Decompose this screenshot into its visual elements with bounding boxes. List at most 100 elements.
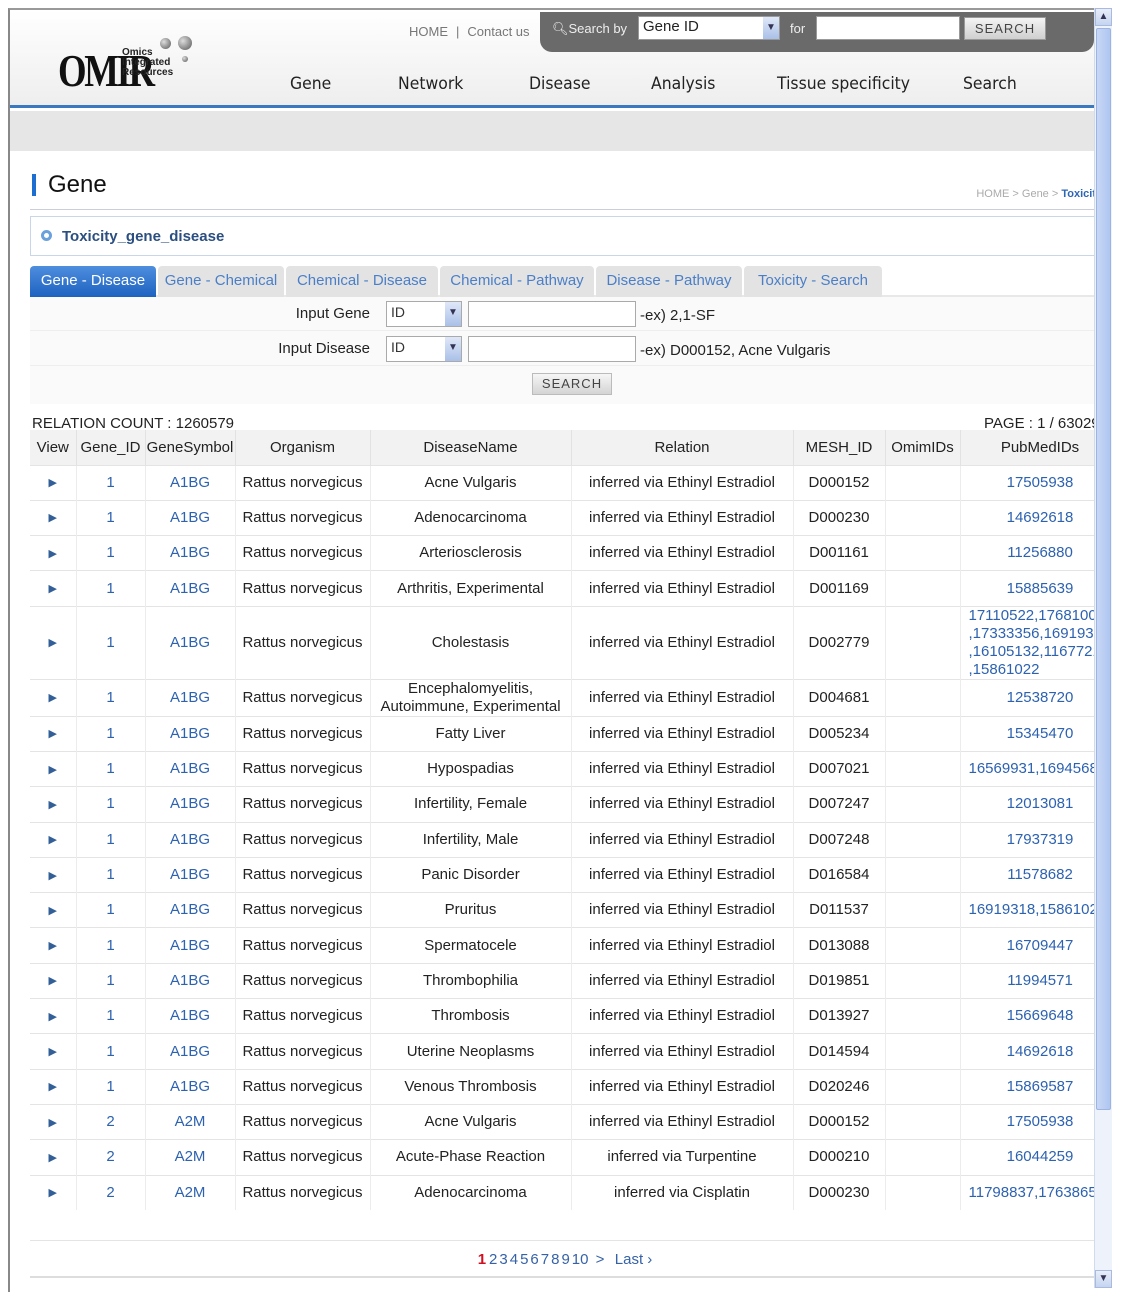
scroll-up-icon[interactable]: ▲ <box>1095 8 1112 26</box>
gene-id-cell[interactable]: 1 <box>76 464 146 501</box>
gene-id-cell[interactable]: 1 <box>76 678 146 717</box>
gene-symbol-cell[interactable]: A1BG <box>145 998 236 1034</box>
gene-symbol-cell[interactable]: A1BG <box>145 892 236 928</box>
play-triangle-icon[interactable]: ▶ <box>49 728 57 740</box>
page-link[interactable]: 6 <box>530 1251 538 1268</box>
gene-id-cell[interactable]: 1 <box>76 1068 146 1105</box>
search-button[interactable]: SEARCH <box>532 373 612 395</box>
view-cell[interactable]: ▶ <box>30 962 77 999</box>
gene-id-cell[interactable]: 1 <box>76 856 146 893</box>
view-cell[interactable]: ▶ <box>30 499 77 536</box>
tab-gene-chemical[interactable]: Gene - Chemical <box>158 266 284 297</box>
play-triangle-icon[interactable]: ▶ <box>49 692 57 704</box>
nav-search[interactable]: Search <box>963 74 1017 94</box>
gene-id-cell[interactable]: 1 <box>76 927 146 964</box>
pubmed-ids-cell[interactable]: 16709447 <box>960 927 1096 964</box>
gene-id-cell[interactable]: 1 <box>76 1033 146 1070</box>
pubmed-ids-cell[interactable]: 14692618 <box>960 1033 1096 1070</box>
vertical-scrollbar[interactable]: ▲ ▼ <box>1094 8 1112 1288</box>
tab-chemical-pathway[interactable]: Chemical - Pathway <box>440 266 594 297</box>
view-cell[interactable]: ▶ <box>30 750 77 787</box>
gene-input[interactable] <box>468 301 636 327</box>
pubmed-ids-cell[interactable]: 12013081 <box>960 786 1096 823</box>
gene-id-cell[interactable]: 1 <box>76 570 146 607</box>
gene-type-select[interactable]: ID ▼ <box>386 301 462 327</box>
scrollbar-thumb[interactable] <box>1096 28 1111 1110</box>
play-triangle-icon[interactable]: ▶ <box>49 1011 57 1023</box>
play-triangle-icon[interactable]: ▶ <box>49 1117 57 1129</box>
gene-symbol-cell[interactable]: A1BG <box>145 605 236 680</box>
gene-id-cell[interactable]: 2 <box>76 1103 146 1140</box>
gene-symbol-cell[interactable]: A2M <box>145 1174 236 1211</box>
pubmed-ids-cell[interactable]: 12538720 <box>960 678 1096 717</box>
page-link[interactable]: 5 <box>520 1251 528 1268</box>
pubmed-ids-cell[interactable]: 15669648 <box>960 998 1096 1034</box>
gene-id-cell[interactable]: 2 <box>76 1139 146 1176</box>
gene-id-cell[interactable]: 1 <box>76 962 146 999</box>
gene-symbol-cell[interactable]: A1BG <box>145 786 236 823</box>
home-link[interactable]: HOME <box>409 24 448 39</box>
play-triangle-icon[interactable]: ▶ <box>49 548 57 560</box>
page-link[interactable]: 2 <box>489 1251 497 1268</box>
gene-id-cell[interactable]: 1 <box>76 499 146 536</box>
gene-symbol-cell[interactable]: A1BG <box>145 678 236 717</box>
contact-link[interactable]: Contact us <box>467 24 529 39</box>
play-triangle-icon[interactable]: ▶ <box>49 940 57 952</box>
view-cell[interactable]: ▶ <box>30 1103 77 1140</box>
nav-gene[interactable]: Gene <box>290 74 331 94</box>
play-triangle-icon[interactable]: ▶ <box>49 1046 57 1058</box>
view-cell[interactable]: ▶ <box>30 786 77 823</box>
view-cell[interactable]: ▶ <box>30 605 77 680</box>
play-triangle-icon[interactable]: ▶ <box>49 1152 57 1164</box>
view-cell[interactable]: ▶ <box>30 856 77 893</box>
gene-id-cell[interactable]: 1 <box>76 605 146 680</box>
page-current[interactable]: 1 <box>478 1251 486 1268</box>
gene-id-cell[interactable]: 1 <box>76 821 146 858</box>
page-next[interactable]: > <box>596 1251 605 1268</box>
pubmed-ids-cell[interactable]: 15345470 <box>960 715 1096 752</box>
gene-symbol-cell[interactable]: A1BG <box>145 570 236 607</box>
pubmed-ids-cell[interactable]: 11578682 <box>960 856 1096 893</box>
pubmed-ids-cell[interactable]: 17505938 <box>960 464 1096 501</box>
gene-id-cell[interactable]: 1 <box>76 998 146 1034</box>
gene-symbol-cell[interactable]: A1BG <box>145 535 236 571</box>
gene-symbol-cell[interactable]: A2M <box>145 1139 236 1176</box>
view-cell[interactable]: ▶ <box>30 570 77 607</box>
play-triangle-icon[interactable]: ▶ <box>49 477 57 489</box>
gene-id-cell[interactable]: 1 <box>76 535 146 571</box>
nav-analysis[interactable]: Analysis <box>651 74 715 94</box>
gene-symbol-cell[interactable]: A1BG <box>145 821 236 858</box>
play-triangle-icon[interactable]: ▶ <box>49 637 57 649</box>
nav-network[interactable]: Network <box>398 74 463 94</box>
quick-search-input[interactable] <box>816 16 960 40</box>
gene-id-cell[interactable]: 1 <box>76 715 146 752</box>
pubmed-ids-cell[interactable]: 15885639 <box>960 570 1096 607</box>
pubmed-ids-cell[interactable]: 17937319 <box>960 821 1096 858</box>
pubmed-ids-cell[interactable]: 17110522,17681005 ,17333356,16919318 ,16… <box>960 605 1096 680</box>
gene-symbol-cell[interactable]: A1BG <box>145 750 236 787</box>
page-last[interactable]: Last › <box>615 1251 653 1268</box>
gene-symbol-cell[interactable]: A2M <box>145 1103 236 1140</box>
gene-id-cell[interactable]: 2 <box>76 1174 146 1211</box>
view-cell[interactable]: ▶ <box>30 1174 77 1211</box>
play-triangle-icon[interactable]: ▶ <box>49 834 57 846</box>
view-cell[interactable]: ▶ <box>30 998 77 1034</box>
play-triangle-icon[interactable]: ▶ <box>49 1081 57 1093</box>
view-cell[interactable]: ▶ <box>30 821 77 858</box>
quick-search-button[interactable]: SEARCH <box>964 17 1046 40</box>
play-triangle-icon[interactable]: ▶ <box>49 975 57 987</box>
gene-symbol-cell[interactable]: A1BG <box>145 927 236 964</box>
disease-type-select[interactable]: ID ▼ <box>386 336 462 362</box>
tab-toxicity-search[interactable]: Toxicity - Search <box>744 266 882 297</box>
disease-input[interactable] <box>468 336 636 362</box>
view-cell[interactable]: ▶ <box>30 464 77 501</box>
scroll-down-icon[interactable]: ▼ <box>1095 1270 1112 1288</box>
pubmed-ids-cell[interactable]: 14692618 <box>960 499 1096 536</box>
gene-symbol-cell[interactable]: A1BG <box>145 856 236 893</box>
play-triangle-icon[interactable]: ▶ <box>49 764 57 776</box>
page-link[interactable]: 4 <box>510 1251 518 1268</box>
search-type-select[interactable]: Gene ID ▼ <box>638 16 780 40</box>
pubmed-ids-cell[interactable]: 16569931,16945680 <box>960 750 1096 787</box>
pubmed-ids-cell[interactable]: 15869587 <box>960 1068 1096 1105</box>
pubmed-ids-cell[interactable]: 16919318,15861022 <box>960 892 1096 928</box>
